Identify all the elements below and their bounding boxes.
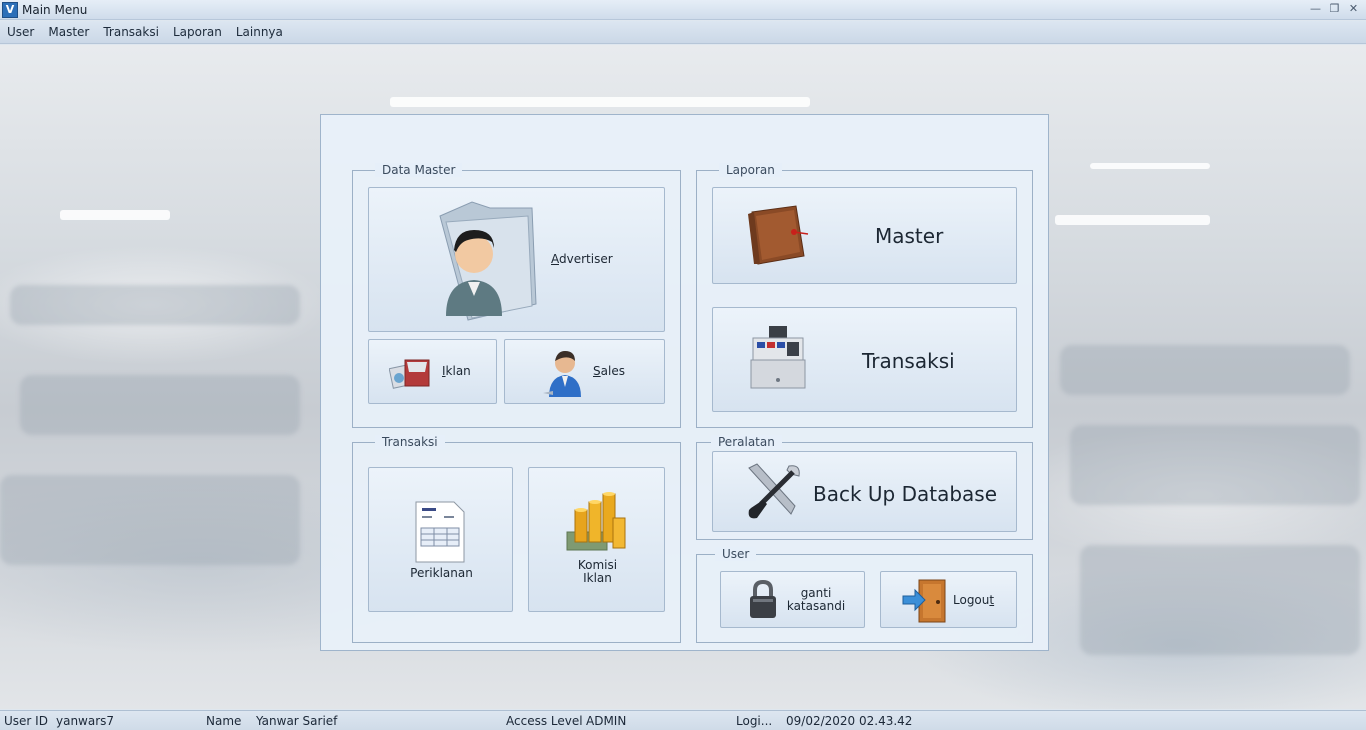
sales-accelerator: S [593,364,601,378]
ganti-katasandi-label: ganti katasandi [785,587,847,613]
ledger-book-icon [748,205,809,265]
komisi-iklan-button[interactable]: Komisi Iklan [528,467,665,612]
laporan-master-label: Master [875,224,944,248]
laporan-master-button[interactable]: Master [712,187,1017,284]
advertiser-button[interactable]: Advertiser [368,187,665,332]
ganti-label-line2: katasandi [786,599,846,613]
advertiser-label-rest: dvertiser [559,252,613,266]
status-login-label: Logi... [736,714,773,728]
minimize-button[interactable]: — [1309,2,1322,15]
sales-person-icon [543,351,581,397]
main-menu-panel: Data Master Advertiser Iklan Sales Lapor… [320,114,1049,651]
restore-button[interactable]: ❐ [1328,2,1341,15]
desk-row [10,285,300,325]
group-title-laporan: Laporan [719,163,782,177]
menu-transaksi[interactable]: Transaksi [96,25,166,39]
desk-row [20,375,300,435]
ceiling-light [1090,163,1210,169]
ceiling-light [60,210,170,220]
menu-laporan[interactable]: Laporan [166,25,229,39]
ceiling-light [1055,215,1210,225]
status-bar: User ID yanwars7 Name Yanwar Sarief Acce… [0,710,1366,730]
window-controls: — ❐ ✕ [1309,2,1360,15]
komisi-iklan-label: Komisi Iklan [529,559,666,585]
app-icon: V [2,1,18,18]
iklan-label: Iklan [442,364,471,378]
tools-icon [748,463,800,519]
sales-button[interactable]: Sales [504,339,665,404]
backup-database-button[interactable]: Back Up Database [712,451,1017,532]
menu-bar: User Master Transaksi Laporan Lainnya [0,21,1366,44]
laporan-transaksi-label: Transaksi [862,349,955,373]
window-title: Main Menu [22,2,88,17]
status-name-value: Yanwar Sarief [256,714,338,728]
ganti-label-line1: ganti [800,586,832,600]
status-login-value: 09/02/2020 02.43.42 [786,714,913,728]
group-transaksi: Transaksi Periklanan Komisi Iklan [352,435,681,643]
desk-row [1070,425,1360,505]
status-name-label: Name [206,714,242,728]
desk-row [1060,345,1350,395]
desk-row [1080,545,1360,655]
status-user-id-label: User ID [4,714,48,728]
invoice-icon [415,501,465,563]
logout-label-prefix: Logou [953,593,990,607]
desk-row [0,475,300,565]
ganti-katasandi-button[interactable]: ganti katasandi [720,571,865,628]
periklanan-button[interactable]: Periklanan [368,467,513,612]
advertiser-accelerator: A [551,252,559,266]
logout-label: Logout [953,593,994,607]
periklanan-label: Periklanan [410,566,473,580]
laporan-transaksi-button[interactable]: Transaksi [712,307,1017,412]
coins-icon [566,492,626,551]
group-title-data-master: Data Master [375,163,463,177]
iklan-label-rest: klan [445,364,471,378]
logout-button[interactable]: Logout [880,571,1017,628]
backup-database-label: Back Up Database [813,482,998,506]
padlock-icon [750,580,776,618]
komisi-label-line2: Iklan [583,571,612,585]
group-user: User ganti katasandi Logout [696,547,1033,643]
status-user-id-value: yanwars7 [56,714,115,728]
group-title-peralatan: Peralatan [711,435,782,449]
group-title-user: User [715,547,757,561]
title-bar: V Main Menu — ❐ ✕ [0,0,1366,20]
komisi-label-line1: Komisi [577,558,618,572]
group-title-transaksi: Transaksi [375,435,445,449]
menu-user[interactable]: User [0,25,41,39]
cash-register-icon [750,326,806,389]
menu-lainnya[interactable]: Lainnya [229,25,290,39]
advert-icon [389,359,430,389]
advertiser-label: Advertiser [551,252,613,266]
status-access-value: ADMIN [586,714,627,728]
group-laporan: Laporan Master Transaksi [696,163,1033,428]
menu-master[interactable]: Master [41,25,96,39]
logout-accelerator: t [989,593,995,607]
group-data-master: Data Master Advertiser Iklan Sales [352,163,681,428]
group-peralatan: Peralatan Back Up Database [696,435,1033,540]
ceiling-light [390,97,810,107]
sales-label-rest: ales [600,364,625,378]
close-button[interactable]: ✕ [1347,2,1360,15]
door-exit-icon [902,579,946,623]
folder-user-icon [439,201,537,321]
iklan-button[interactable]: Iklan [368,339,497,404]
status-access-label: Access Level [506,714,583,728]
sales-label: Sales [593,364,625,378]
